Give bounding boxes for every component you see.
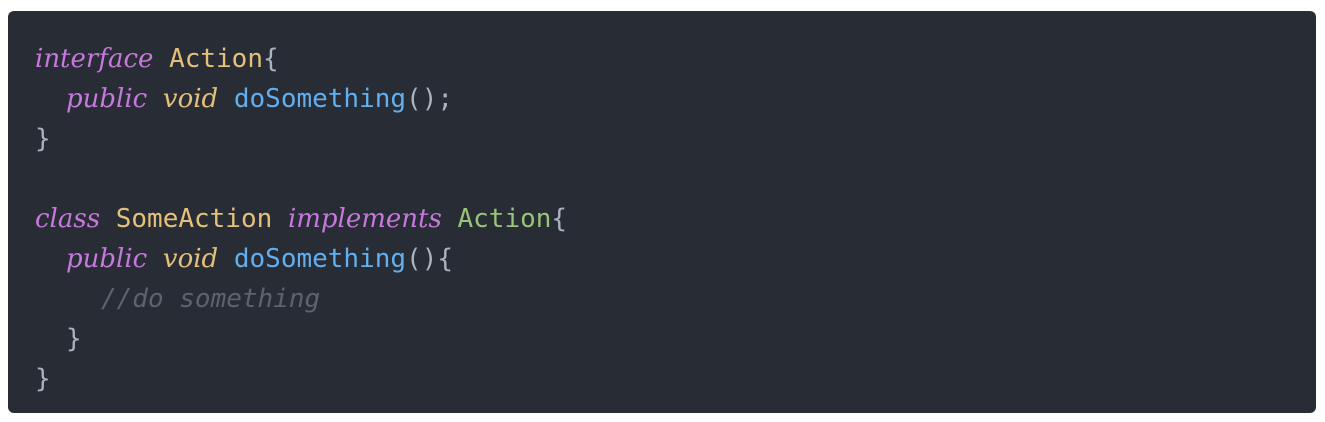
open-brace: { xyxy=(551,204,568,234)
close-brace: } xyxy=(35,124,51,154)
code-line-3: } xyxy=(35,119,1316,159)
public-modifier: public xyxy=(66,244,148,274)
open-brace: { xyxy=(262,44,279,74)
code-block: interface Action{ public void doSomethin… xyxy=(8,11,1316,413)
void-type: void xyxy=(162,84,219,114)
class-name: SomeAction xyxy=(115,204,273,234)
method-punctuation: (){ xyxy=(406,244,454,274)
code-line-2: public void doSomething(); xyxy=(35,79,1316,119)
implements-keyword: implements xyxy=(287,204,442,234)
code-line-6: public void doSomething(){ xyxy=(35,239,1316,279)
code-line-9: } xyxy=(35,359,1316,399)
public-modifier: public xyxy=(66,84,148,114)
interface-name: Action xyxy=(169,44,263,74)
method-punctuation: (); xyxy=(406,84,454,114)
code-line-5: class SomeAction implements Action{ xyxy=(35,199,1316,239)
code-line-7: //do something xyxy=(35,279,1316,319)
code-line-8: } xyxy=(35,319,1316,359)
close-brace: } xyxy=(66,324,82,354)
method-name: doSomething xyxy=(233,84,407,114)
class-keyword: class xyxy=(35,204,101,234)
code-line-1: interface Action{ xyxy=(35,39,1316,79)
implemented-interface-name: Action xyxy=(457,204,552,234)
method-name: doSomething xyxy=(233,244,407,274)
close-brace: } xyxy=(35,364,51,394)
interface-keyword: interface xyxy=(35,44,154,74)
void-type: void xyxy=(162,244,219,274)
code-comment: //do something xyxy=(101,284,321,314)
